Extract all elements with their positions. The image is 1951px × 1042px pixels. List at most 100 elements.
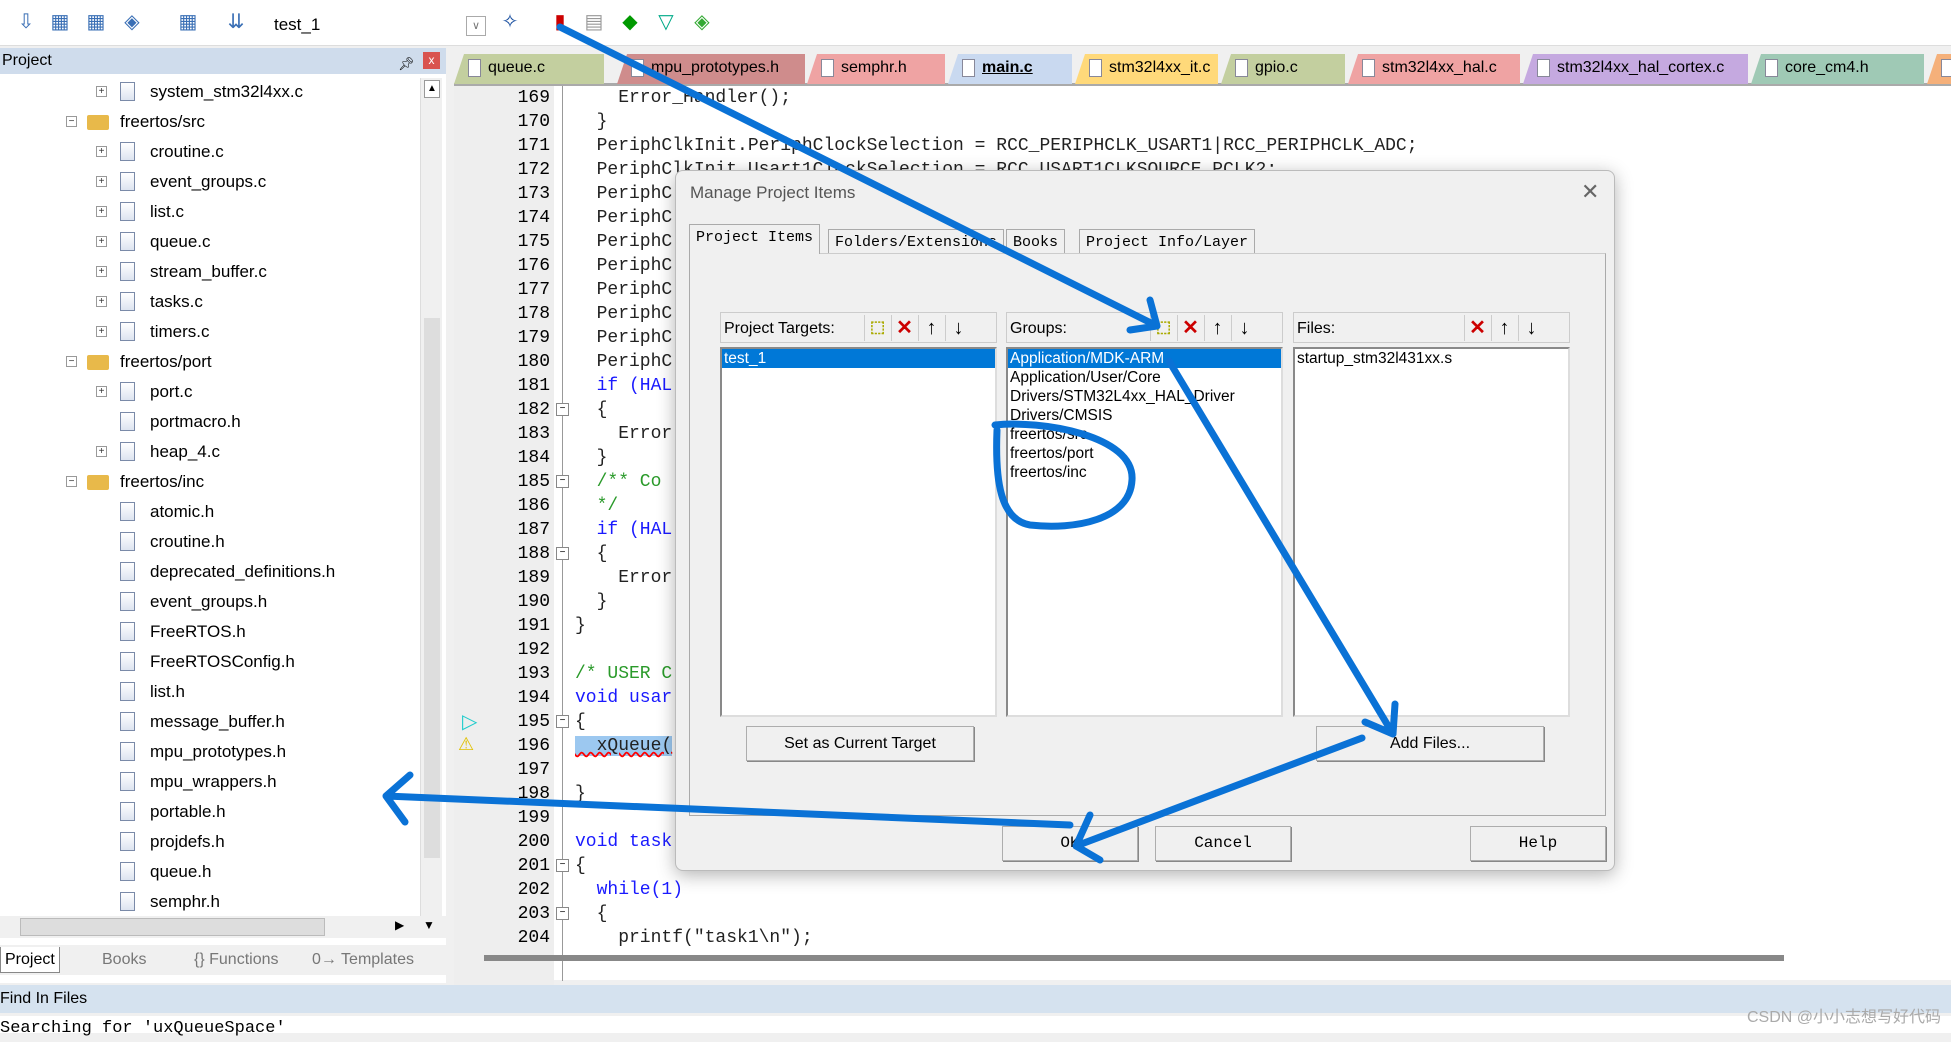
collapse-icon[interactable]: − xyxy=(66,116,77,127)
fold-toggle-icon[interactable]: − xyxy=(556,907,569,920)
file-tab[interactable]: stm32l4xx_hal_cortex.c xyxy=(1523,54,1748,84)
tree-item[interactable]: + heap_4.c xyxy=(0,438,420,466)
tree-item[interactable]: − freertos/src xyxy=(0,108,420,136)
target-select[interactable]: test_1 xyxy=(262,12,487,38)
help-button[interactable]: Help xyxy=(1470,826,1606,861)
file-tab[interactable]: stm32l4xx_hal.c xyxy=(1348,54,1520,84)
list-item[interactable]: Drivers/CMSIS xyxy=(1008,406,1281,425)
code-line[interactable]: void task xyxy=(575,830,672,854)
fold-toggle-icon[interactable]: − xyxy=(556,715,569,728)
tree-item[interactable]: + timers.c xyxy=(0,318,420,346)
tree-item[interactable]: atomic.h xyxy=(0,498,420,526)
code-line[interactable]: Error xyxy=(575,566,672,590)
file-tab[interactable]: main.c xyxy=(948,54,1072,84)
move-down-icon[interactable]: ↓ xyxy=(945,315,971,341)
file-tab[interactable]: queue.c xyxy=(454,54,604,84)
code-line[interactable]: Error_Handler(); xyxy=(575,86,791,110)
tree-item[interactable]: − freertos/inc xyxy=(0,468,420,496)
file-tab[interactable]: mpu_prototypes.h xyxy=(617,54,805,84)
fold-toggle-icon[interactable]: − xyxy=(556,475,569,488)
rebuild-icon[interactable]: ▦ xyxy=(84,10,108,34)
close-icon[interactable]: x xyxy=(423,52,440,69)
fold-toggle-icon[interactable]: − xyxy=(556,859,569,872)
tree-item[interactable]: + list.c xyxy=(0,198,420,226)
scroll-down-icon[interactable]: ▼ xyxy=(423,918,435,932)
file-tab[interactable]: semphr.h xyxy=(807,54,945,84)
scroll-thumb[interactable] xyxy=(20,918,325,936)
code-line[interactable]: } xyxy=(575,110,608,134)
code-line[interactable]: { xyxy=(575,710,586,734)
list-item[interactable]: freertos/inc xyxy=(1008,463,1281,482)
expand-icon[interactable]: + xyxy=(96,446,107,457)
expand-icon[interactable]: + xyxy=(96,386,107,397)
tree-item[interactable]: list.h xyxy=(0,678,420,706)
expand-icon[interactable]: + xyxy=(96,146,107,157)
tree-item[interactable]: portmacro.h xyxy=(0,408,420,436)
code-line[interactable]: { xyxy=(575,398,608,422)
tree-item[interactable]: + event_groups.c xyxy=(0,168,420,196)
scroll-up-icon[interactable]: ▲ xyxy=(424,80,440,98)
new-target-icon[interactable]: ⬚ xyxy=(864,315,890,341)
tree-item[interactable]: projdefs.h xyxy=(0,828,420,856)
manage-runtime-icon[interactable]: ▽ xyxy=(654,10,678,34)
tree-item[interactable]: + croutine.c xyxy=(0,138,420,166)
ok-button[interactable]: OK xyxy=(1002,826,1138,861)
list-item[interactable]: freertos/port xyxy=(1008,444,1281,463)
list-item[interactable]: Application/MDK-ARM xyxy=(1008,349,1281,368)
code-line[interactable]: PeriphC xyxy=(575,278,673,302)
tab-functions[interactable]: {} Functions xyxy=(190,947,283,973)
tree-item[interactable]: portable.h xyxy=(0,798,420,826)
pin-icon[interactable]: 📌︎ xyxy=(398,51,415,77)
code-line[interactable]: void usar xyxy=(575,686,672,710)
tree-item[interactable]: mpu_prototypes.h xyxy=(0,738,420,766)
code-line[interactable]: } xyxy=(575,590,608,614)
file-tab[interactable] xyxy=(1927,54,1951,84)
list-item[interactable]: test_1 xyxy=(722,349,995,368)
tab-project-info-layer[interactable]: Project Info/Layer xyxy=(1079,229,1256,254)
code-line[interactable]: { xyxy=(575,902,608,926)
delete-icon[interactable]: ✕ xyxy=(891,315,917,341)
move-down-icon[interactable]: ↓ xyxy=(1231,315,1257,341)
tab-project[interactable]: Project xyxy=(0,947,60,973)
tree-item[interactable]: queue.h xyxy=(0,858,420,886)
code-line[interactable]: if (HAL xyxy=(575,374,673,398)
tree-item[interactable]: event_groups.h xyxy=(0,588,420,616)
add-files-button[interactable]: Add Files... xyxy=(1316,726,1544,761)
tab-books[interactable]: Books xyxy=(1006,229,1066,254)
new-group-icon[interactable]: ⬚ xyxy=(1150,315,1176,341)
code-line[interactable]: /** Co xyxy=(575,470,662,494)
close-icon[interactable]: ✕ xyxy=(1581,179,1599,205)
download-icon[interactable]: ⇩ xyxy=(14,10,38,34)
load-icon[interactable]: ⇊ xyxy=(224,10,248,34)
delete-icon[interactable]: ✕ xyxy=(1177,315,1203,341)
code-line[interactable]: PeriphC xyxy=(575,230,673,254)
move-up-icon[interactable]: ↑ xyxy=(1491,315,1517,341)
list-item[interactable]: freertos/src xyxy=(1008,425,1281,444)
collapse-icon[interactable]: − xyxy=(66,476,77,487)
pack-installer-icon[interactable]: ◆ xyxy=(618,10,642,34)
editor-scrollbar[interactable] xyxy=(484,955,1784,961)
code-line[interactable]: if (HAL xyxy=(575,518,673,542)
targets-list[interactable]: test_1 xyxy=(720,347,997,717)
fold-toggle-icon[interactable]: − xyxy=(556,547,569,560)
expand-icon[interactable]: + xyxy=(96,326,107,337)
stop-build-icon[interactable]: ▦ xyxy=(176,10,200,34)
tree-item[interactable]: semphr.h xyxy=(0,888,420,916)
tab-books[interactable]: Books xyxy=(98,947,150,973)
move-down-icon[interactable]: ↓ xyxy=(1518,315,1544,341)
file-tab[interactable]: gpio.c xyxy=(1221,54,1345,84)
build-icon[interactable]: ▦ xyxy=(48,10,72,34)
tab-project-items[interactable]: Project Items xyxy=(689,224,821,254)
move-up-icon[interactable]: ↑ xyxy=(1204,315,1230,341)
target-options-icon[interactable]: ✧ xyxy=(498,10,522,34)
code-line[interactable]: printf("task1\n"); xyxy=(575,926,812,950)
code-line[interactable]: while(1) xyxy=(575,878,683,902)
expand-icon[interactable]: + xyxy=(96,236,107,247)
expand-icon[interactable]: + xyxy=(96,176,107,187)
list-item[interactable]: Drivers/STM32L4xx_HAL_Driver xyxy=(1008,387,1281,406)
move-up-icon[interactable]: ↑ xyxy=(918,315,944,341)
scroll-thumb[interactable] xyxy=(424,318,440,858)
code-line[interactable]: PeriphC xyxy=(575,302,673,326)
tree-item[interactable]: + system_stm32l4xx.c xyxy=(0,78,420,106)
tree-item[interactable]: mpu_wrappers.h xyxy=(0,768,420,796)
